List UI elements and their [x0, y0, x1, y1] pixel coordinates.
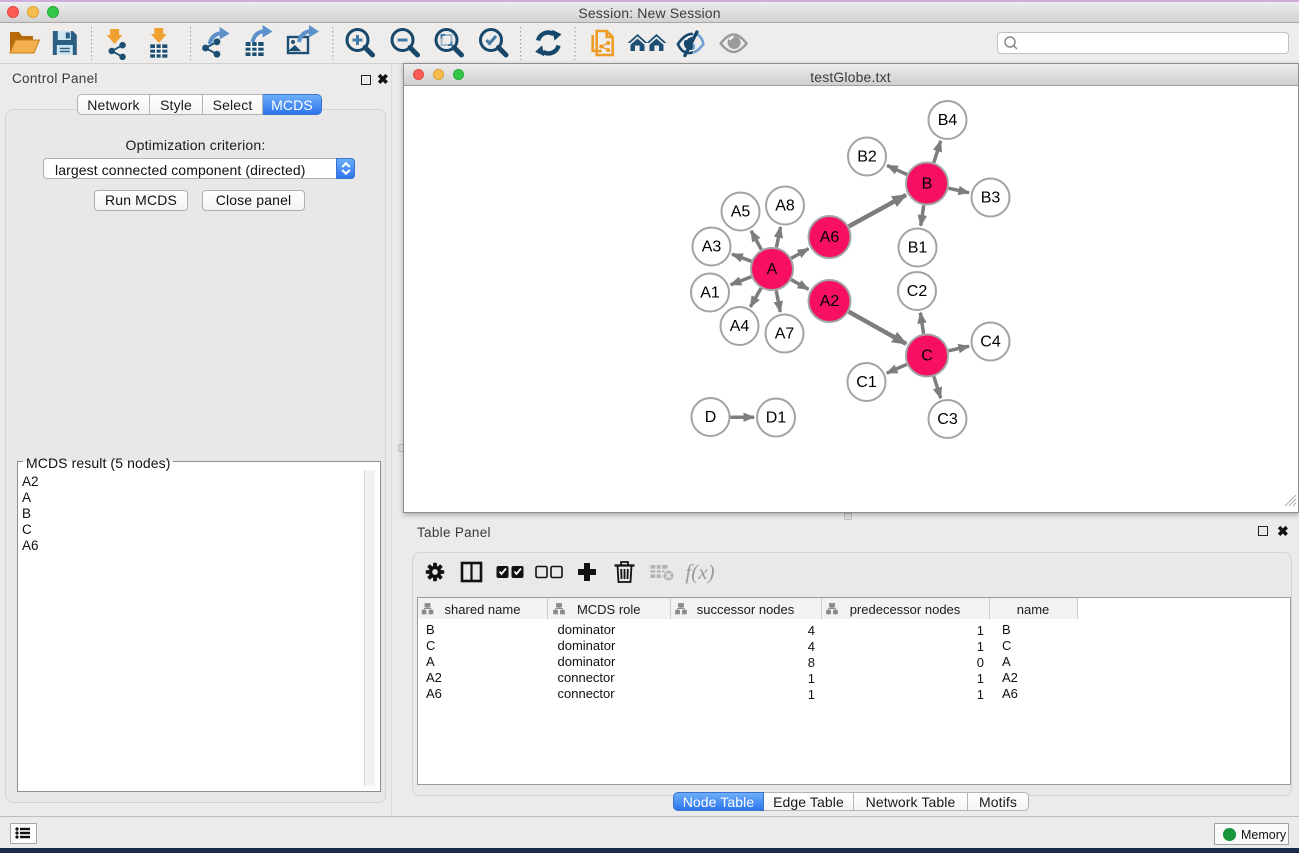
svg-text:A8: A8 [775, 198, 795, 215]
svg-text:A7: A7 [775, 326, 795, 343]
svg-text:D1: D1 [766, 410, 787, 427]
svg-text:A2: A2 [820, 293, 840, 310]
svg-text:A4: A4 [730, 318, 750, 335]
svg-text:A5: A5 [731, 204, 751, 221]
svg-text:B: B [922, 176, 933, 193]
svg-text:B1: B1 [908, 240, 928, 257]
svg-text:C: C [921, 348, 933, 365]
svg-text:A3: A3 [702, 239, 722, 256]
svg-text:A1: A1 [700, 285, 720, 302]
svg-text:C4: C4 [980, 334, 1001, 351]
svg-text:B2: B2 [857, 149, 877, 166]
svg-text:A6: A6 [820, 229, 840, 246]
svg-text:C2: C2 [907, 283, 928, 300]
svg-text:B4: B4 [938, 112, 958, 129]
svg-text:f(x): f(x) [685, 560, 714, 584]
svg-text:D: D [705, 409, 717, 426]
svg-text:C1: C1 [856, 374, 877, 391]
svg-text:A: A [767, 261, 778, 278]
svg-text:B3: B3 [981, 190, 1001, 207]
svg-text:C3: C3 [937, 411, 958, 428]
